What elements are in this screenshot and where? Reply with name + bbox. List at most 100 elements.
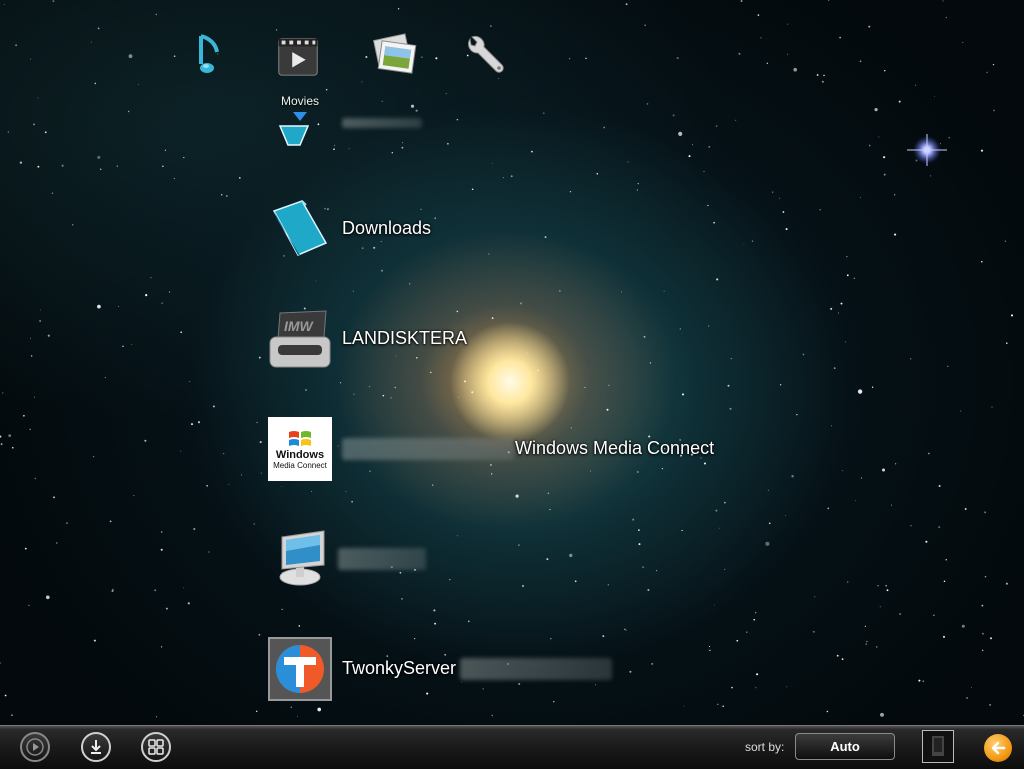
star [842, 470, 844, 472]
star [382, 394, 385, 397]
star [837, 312, 839, 314]
star [30, 337, 31, 339]
shared-folder-icon [278, 125, 310, 146]
star [281, 486, 283, 487]
sort-by-dropdown[interactable]: Auto [795, 733, 895, 760]
star [938, 484, 941, 488]
source-row-landisktera[interactable]: IMW LANDISKTERA [268, 307, 768, 371]
star [340, 382, 342, 384]
star [435, 57, 438, 60]
computer-monitor-icon [279, 530, 325, 586]
svg-text:IMW: IMW [284, 318, 315, 334]
star [636, 189, 638, 191]
star [960, 410, 962, 412]
star [97, 304, 101, 309]
grid-circle-icon [148, 739, 164, 755]
settings-tab[interactable] [459, 30, 509, 80]
star [315, 280, 317, 282]
star [846, 274, 849, 277]
star [2, 392, 4, 394]
star [755, 612, 757, 614]
star [183, 587, 185, 589]
back-button[interactable] [984, 734, 1012, 762]
downloads-folder-icon [272, 200, 328, 256]
star [847, 581, 849, 583]
star [992, 63, 995, 66]
star [871, 386, 874, 388]
star [883, 173, 886, 176]
star [547, 492, 549, 494]
star [390, 397, 392, 399]
landisktera-label: LANDISKTERA [342, 328, 468, 348]
star [187, 602, 190, 605]
star [33, 123, 35, 126]
star [787, 23, 789, 25]
star [760, 37, 762, 39]
star [621, 291, 623, 293]
star [23, 414, 25, 417]
star [768, 522, 771, 525]
star [627, 161, 629, 163]
star [52, 0, 55, 3]
star [827, 507, 830, 510]
source-row-shared[interactable] [268, 98, 768, 148]
star [401, 598, 403, 600]
star [225, 195, 228, 197]
grid-view-button[interactable] [141, 732, 171, 762]
star [559, 290, 561, 292]
twonkyserver-label: TwonkyServer [342, 658, 457, 678]
star [663, 290, 665, 292]
star [352, 290, 354, 292]
star [28, 604, 30, 606]
star [644, 24, 646, 26]
windows-media-connect-label: Windows Media Connect [515, 438, 715, 458]
view-mode-toggle[interactable] [922, 730, 954, 763]
star [490, 25, 492, 27]
play-circle-icon [26, 738, 44, 756]
star [984, 575, 987, 578]
source-row-computer[interactable] [268, 527, 768, 591]
star [886, 589, 889, 592]
star [819, 208, 822, 211]
star [836, 654, 839, 657]
star [782, 211, 785, 213]
source-row-twonkyserver[interactable]: TwonkyServer [268, 637, 768, 701]
star [767, 489, 769, 491]
movies-tab[interactable] [273, 30, 323, 80]
star [55, 542, 58, 544]
star [962, 41, 964, 44]
star [624, 628, 626, 631]
star [256, 421, 258, 424]
star [1004, 240, 1007, 242]
star [676, 57, 679, 60]
download-button[interactable] [81, 732, 111, 762]
star [898, 100, 901, 103]
source-row-downloads[interactable]: Downloads [268, 197, 768, 261]
star [816, 74, 819, 76]
star [11, 446, 14, 449]
star [15, 44, 17, 47]
back-arrow-icon [991, 741, 1006, 755]
source-row-windows-media-connect[interactable]: Windows Media Connect Windows Media Conn… [268, 417, 768, 481]
star [0, 443, 3, 446]
star [866, 640, 868, 643]
media-connect-logo-text: Media Connect [273, 460, 327, 470]
star [961, 624, 965, 628]
star [66, 522, 68, 524]
star [608, 384, 610, 387]
music-tab[interactable] [182, 30, 232, 80]
play-button[interactable] [20, 732, 50, 762]
star [632, 518, 635, 521]
star [729, 407, 732, 410]
star [606, 408, 609, 411]
bottom-toolbar: sort by: Auto [0, 725, 1024, 769]
star [826, 710, 829, 713]
star [421, 56, 423, 58]
star [510, 175, 513, 178]
star [938, 526, 941, 529]
star [857, 389, 863, 394]
star [885, 584, 887, 587]
star [724, 501, 726, 504]
star [131, 344, 133, 345]
photos-tab[interactable] [370, 30, 420, 80]
